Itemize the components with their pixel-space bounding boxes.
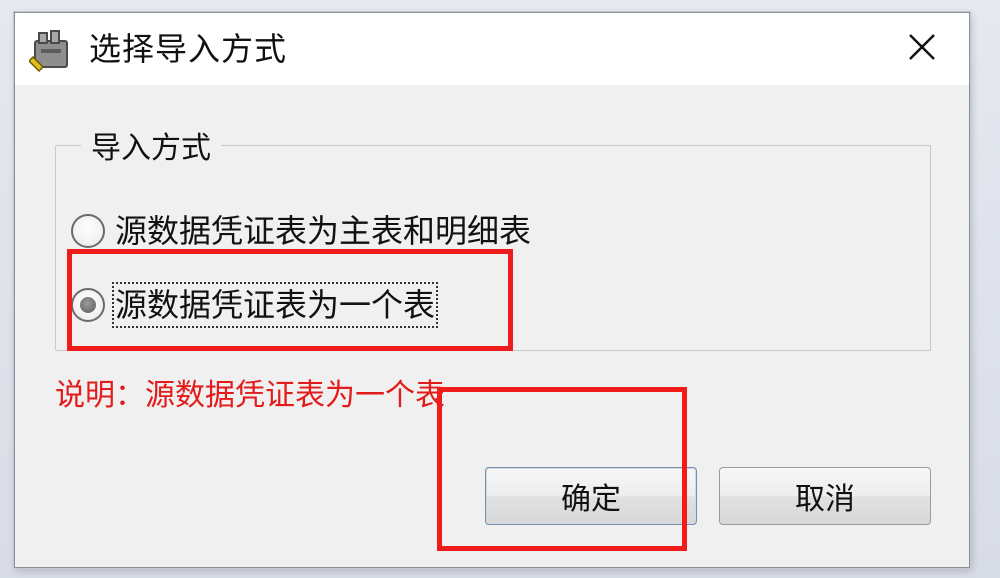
- radio-button-unselected[interactable]: [71, 214, 105, 248]
- close-button[interactable]: [887, 21, 957, 77]
- radio-selected-dot: [80, 297, 96, 313]
- cancel-button[interactable]: 取消: [719, 467, 931, 525]
- ok-button[interactable]: 确定: [485, 467, 697, 525]
- group-legend: 导入方式: [81, 131, 221, 167]
- radio-label: 源数据凭证表为一个表: [111, 282, 439, 328]
- title-bar: 选择导入方式: [15, 13, 969, 85]
- radio-label: 源数据凭证表为主表和明细表: [115, 212, 532, 250]
- close-icon: [907, 32, 937, 66]
- radio-option-single-table[interactable]: 源数据凭证表为一个表: [71, 282, 439, 328]
- toolbox-app-icon: [27, 27, 75, 73]
- window-title: 选择导入方式: [89, 30, 288, 68]
- description-text: 说明：源数据凭证表为一个表: [55, 378, 445, 413]
- import-mode-dialog: 选择导入方式 导入方式 源数据凭证表为主表和明细表 源数据凭证表为一个表 说明：…: [14, 12, 970, 568]
- radio-option-main-and-detail[interactable]: 源数据凭证表为主表和明细表: [71, 209, 531, 253]
- radio-button-selected[interactable]: [71, 288, 105, 322]
